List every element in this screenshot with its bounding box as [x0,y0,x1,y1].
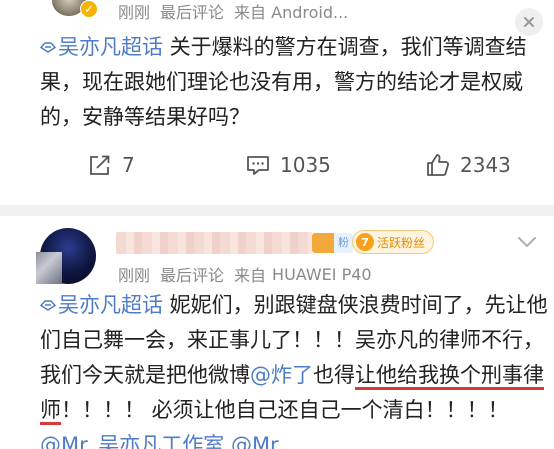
comment-button[interactable]: 1035 [246,148,331,182]
post-card-1: ✓ 刚刚 最后评论 来自 Android... 吴亦凡超话 关于爆料的警方在调查… [0,0,554,205]
topic-label: 吴亦凡超话 [58,293,163,317]
post-divider [0,205,554,216]
active-level: 7 [356,233,374,251]
post-meta: 刚刚 最后评论 来自 HUAWEI P40 [118,261,382,287]
fan-level-icon [312,233,334,253]
topic-link[interactable]: 吴亦凡超话 [40,293,163,317]
comment-count: 1035 [280,153,331,177]
post-source-device: HUAWEI P40 [272,264,372,284]
post-time: 刚刚 [118,3,151,22]
close-icon [524,17,534,27]
chevron-down-icon[interactable] [516,234,538,250]
like-icon [427,154,450,176]
post-meta: 刚刚 最后评论 来自 Android... [118,0,358,24]
post-body-part2: 也得 [313,363,355,387]
like-button[interactable]: 2343 [426,148,511,182]
blurred-username[interactable] [116,232,312,254]
mention-link[interactable]: @Mr_ [224,433,289,449]
verified-badge-icon: ✓ [80,0,98,18]
post-time: 刚刚 [118,266,151,285]
post-card-2: 粉 7 活跃粉丝 刚刚 最后评论 来自 HUAWEI P40 吴亦凡超话 妮妮们，… [0,216,554,449]
post-text: 吴亦凡超话 妮妮们，别跟键盘侠浪费时间了，先让他们自己舞一会，来正事儿了！！！吴… [40,288,552,449]
share-count: 7 [122,153,135,177]
avatar-mosaic [36,252,62,284]
topic-icon [40,42,56,53]
post-source: 来自 Android... [234,3,349,22]
mention-link[interactable]: @Mr_吴亦凡工作室 [40,433,224,449]
fan-label: 粉 [334,233,353,253]
post-source-prefix: 来自 [234,266,267,285]
mention-link[interactable]: @炸了 [250,363,313,387]
share-icon [90,155,110,175]
post-body-part3: ！！！！ 必须让他自己还自己一个清白！！！！ [61,398,509,422]
post-sort-label: 最后评论 [160,3,225,22]
active-fan-label: 活跃粉丝 [377,235,426,250]
post-sort-label: 最后评论 [160,266,225,285]
post-text: 吴亦凡超话 关于爆料的警方在调查，我们等调查结果，现在跟她们理论也没有用，警方的… [40,30,545,135]
like-count: 2343 [460,153,511,177]
topic-label: 吴亦凡超话 [58,35,163,59]
topic-link[interactable]: 吴亦凡超话 [40,35,163,59]
fan-badge: 粉 [312,232,353,254]
action-bar: 7 1035 2343 [0,148,554,182]
active-fan-badge[interactable]: 7 活跃粉丝 [352,230,435,254]
topic-icon [40,300,56,311]
comment-icon [247,156,269,175]
share-button[interactable]: 7 [88,148,135,182]
